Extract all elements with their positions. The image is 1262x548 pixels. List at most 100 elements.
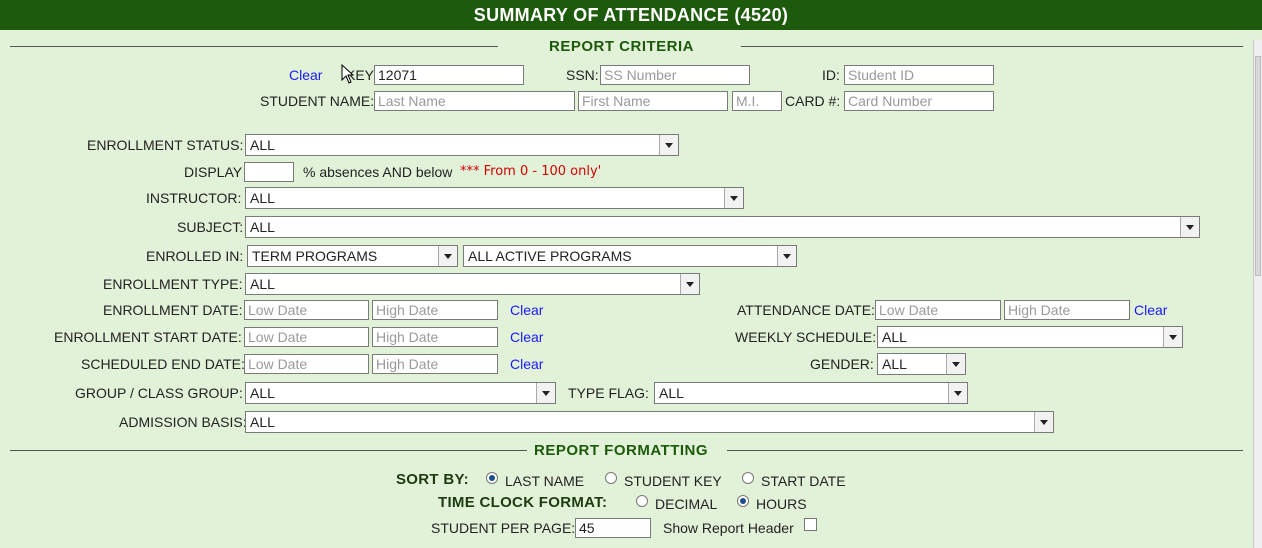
- enrolled-in-program-select[interactable]: ALL ACTIVE PROGRAMS: [463, 245, 797, 267]
- group-class-select[interactable]: ALL: [245, 382, 556, 404]
- type-flag-label: TYPE FLAG:: [568, 385, 649, 401]
- enrollment-date-label: ENROLLMENT DATE:: [103, 302, 243, 318]
- student-name-label: STUDENT NAME:: [260, 93, 375, 109]
- show-report-header-label: Show Report Header: [663, 520, 794, 536]
- page-scrollbar[interactable]: [1253, 40, 1262, 548]
- page-title: SUMMARY OF ATTENDANCE (4520): [0, 0, 1262, 30]
- enrolled-in-program-value: ALL ACTIVE PROGRAMS: [468, 248, 632, 264]
- enrollment-status-value: ALL: [250, 137, 275, 153]
- chevron-down-icon: [1163, 327, 1182, 347]
- sort-last-name-label: LAST NAME: [505, 473, 585, 489]
- time-decimal-label: DECIMAL: [655, 496, 718, 512]
- student-id-input[interactable]: [844, 65, 994, 85]
- ssn-input[interactable]: [600, 65, 750, 85]
- enrollment-type-value: ALL: [250, 276, 275, 292]
- display-label: DISPLAY: [184, 164, 243, 180]
- display-suffix: % absences AND below: [303, 164, 453, 180]
- chevron-down-icon: [777, 246, 796, 266]
- section-divider-left: [10, 46, 498, 47]
- subject-label: SUBJECT:: [177, 219, 244, 235]
- student-per-page-label: STUDENT PER PAGE:: [431, 520, 576, 536]
- mouse-pointer-icon: [341, 64, 355, 84]
- section-divider-right: [727, 450, 1243, 451]
- scheduled-end-date-label: SCHEDULED END DATE:: [81, 356, 245, 372]
- sort-start-date-radio[interactable]: [742, 472, 754, 484]
- scheduled-end-date-clear-link[interactable]: Clear: [510, 353, 543, 375]
- sort-by-label: SORT BY:: [396, 471, 469, 488]
- scrollbar-thumb[interactable]: [1255, 56, 1261, 276]
- enrollment-start-date-label: ENROLLMENT START DATE:: [54, 329, 242, 345]
- chevron-down-icon: [1034, 412, 1053, 432]
- last-name-input[interactable]: [374, 91, 575, 111]
- gender-select[interactable]: ALL: [877, 353, 966, 375]
- clear-student-link[interactable]: Clear: [289, 64, 322, 86]
- display-percent-input[interactable]: [244, 162, 294, 182]
- enrollment-type-label: ENROLLMENT TYPE:: [103, 276, 243, 292]
- enrolled-in-type-select[interactable]: TERM PROGRAMS: [247, 245, 458, 267]
- scheduled-end-date-high-input[interactable]: [372, 354, 498, 374]
- chevron-down-icon: [680, 274, 699, 294]
- subject-select[interactable]: ALL: [245, 216, 1200, 238]
- admission-basis-value: ALL: [250, 414, 275, 430]
- time-clock-format-label: TIME CLOCK FORMAT:: [438, 494, 608, 511]
- weekly-schedule-select[interactable]: ALL: [877, 326, 1183, 348]
- attendance-date-low-input[interactable]: [875, 300, 1001, 320]
- ssn-label: SSN:: [566, 67, 599, 83]
- enrollment-status-select[interactable]: ALL: [245, 134, 679, 156]
- chevron-down-icon: [948, 383, 967, 403]
- card-number-input[interactable]: [844, 91, 994, 111]
- type-flag-value: ALL: [659, 385, 684, 401]
- enrollment-status-label: ENROLLMENT STATUS:: [87, 137, 244, 153]
- enrollment-date-low-input[interactable]: [244, 300, 369, 320]
- section-title-criteria: REPORT CRITERIA: [549, 38, 695, 55]
- time-decimal-radio[interactable]: [636, 495, 648, 507]
- chevron-down-icon: [536, 383, 555, 403]
- chevron-down-icon: [659, 135, 678, 155]
- time-hours-radio[interactable]: [737, 495, 749, 507]
- gender-label: GENDER:: [810, 356, 874, 372]
- chevron-down-icon: [438, 246, 457, 266]
- sort-student-key-label: STUDENT KEY: [624, 473, 722, 489]
- section-title-formatting: REPORT FORMATTING: [534, 442, 709, 459]
- key-input[interactable]: [374, 65, 524, 85]
- attendance-date-label: ATTENDANCE DATE:: [737, 302, 875, 318]
- middle-initial-input[interactable]: [732, 91, 782, 111]
- subject-value: ALL: [250, 219, 275, 235]
- enrollment-start-date-low-input[interactable]: [244, 327, 369, 347]
- sort-start-date-label: START DATE: [761, 473, 846, 489]
- admission-basis-label: ADMISSION BASIS:: [119, 414, 247, 430]
- type-flag-select[interactable]: ALL: [654, 382, 968, 404]
- student-per-page-input[interactable]: [575, 518, 651, 538]
- enrolled-in-type-value: TERM PROGRAMS: [252, 248, 378, 264]
- first-name-input[interactable]: [578, 91, 728, 111]
- enrollment-start-date-high-input[interactable]: [372, 327, 498, 347]
- enrollment-date-high-input[interactable]: [372, 300, 498, 320]
- attendance-date-clear-link[interactable]: Clear: [1134, 299, 1167, 321]
- show-report-header-checkbox[interactable]: [804, 518, 817, 531]
- group-class-label: GROUP / CLASS GROUP:: [75, 385, 243, 401]
- scheduled-end-date-low-input[interactable]: [244, 354, 369, 374]
- enrolled-in-label: ENROLLED IN:: [146, 248, 244, 264]
- enrollment-start-date-clear-link[interactable]: Clear: [510, 326, 543, 348]
- sort-last-name-radio[interactable]: [486, 472, 498, 484]
- id-label: ID:: [822, 67, 840, 83]
- weekly-schedule-value: ALL: [882, 329, 907, 345]
- group-class-value: ALL: [250, 385, 275, 401]
- section-divider-left: [10, 450, 527, 451]
- admission-basis-select[interactable]: ALL: [245, 411, 1054, 433]
- sort-student-key-radio[interactable]: [605, 472, 617, 484]
- section-divider-right: [741, 46, 1243, 47]
- enrollment-type-select[interactable]: ALL: [245, 273, 700, 295]
- chevron-down-icon: [724, 188, 743, 208]
- display-warning: *** From 0 - 100 only': [460, 164, 602, 179]
- card-label: CARD #:: [785, 93, 841, 109]
- attendance-date-high-input[interactable]: [1004, 300, 1130, 320]
- chevron-down-icon: [1180, 217, 1199, 237]
- enrollment-date-clear-link[interactable]: Clear: [510, 299, 543, 321]
- weekly-schedule-label: WEEKLY SCHEDULE:: [735, 329, 877, 345]
- chevron-down-icon: [946, 354, 965, 374]
- instructor-select[interactable]: ALL: [245, 187, 744, 209]
- gender-value: ALL: [882, 356, 907, 372]
- instructor-label: INSTRUCTOR:: [146, 190, 242, 206]
- time-hours-label: HOURS: [756, 496, 807, 512]
